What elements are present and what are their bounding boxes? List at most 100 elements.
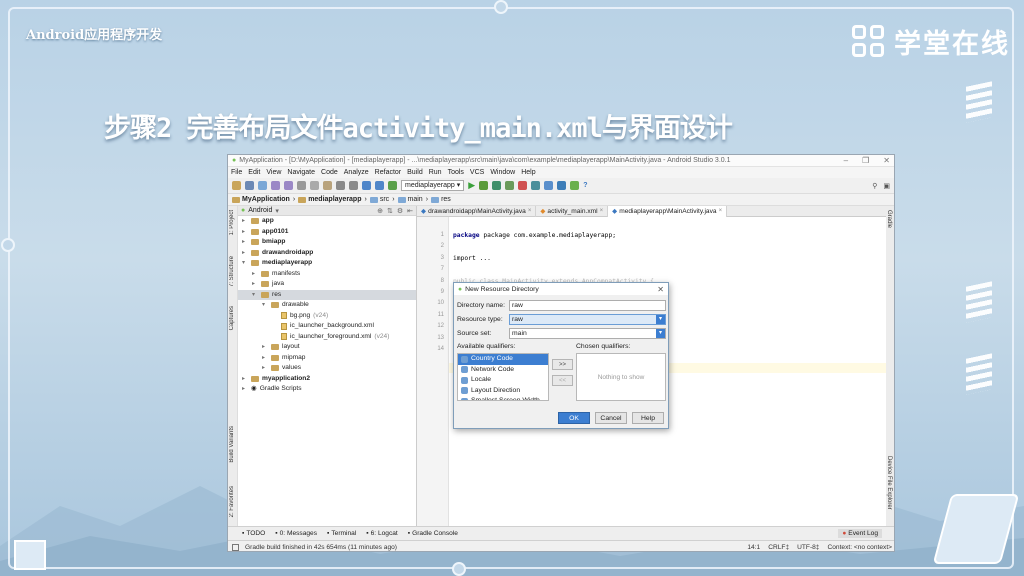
menu-item-code[interactable]: Code (321, 169, 338, 176)
expand-right-icon[interactable]: ▸ (262, 363, 268, 374)
android-monitor-icon[interactable] (570, 181, 580, 190)
tree-item[interactable]: ▸ drawandroidapp (238, 248, 416, 259)
gear-icon[interactable]: ⚙ (397, 207, 403, 215)
undo-icon[interactable] (271, 181, 280, 190)
tree-item[interactable]: ▾ mediaplayerapp (238, 258, 416, 269)
tool-window-0-messages[interactable]: ▪ 0: Messages (275, 530, 317, 537)
status-item[interactable]: 14:1 (747, 544, 760, 551)
qualifier-item[interactable]: Network Code (458, 365, 548, 376)
menu-item-build[interactable]: Build (407, 169, 423, 176)
menu-item-refactor[interactable]: Refactor (375, 169, 401, 176)
run-config-select[interactable]: mediaplayerapp ▾ (401, 180, 465, 191)
tool-tab-gradle[interactable]: Gradle (886, 210, 892, 228)
sync-scroll-icon[interactable]: ⊕ (377, 207, 383, 215)
tree-item[interactable]: ▸ myapplication2 (238, 374, 416, 385)
gradle-sync-icon[interactable] (531, 181, 541, 190)
directory-name-field[interactable]: raw (509, 300, 666, 311)
close-icon[interactable]: × (719, 206, 723, 217)
status-item[interactable]: CRLF‡ (768, 544, 789, 551)
expand-down-icon[interactable]: ▾ (262, 300, 268, 311)
qualifier-item[interactable]: Country Code (458, 354, 548, 365)
save-icon[interactable] (245, 181, 254, 190)
expand-right-icon[interactable]: ▸ (252, 269, 258, 280)
menu-item-file[interactable]: File (231, 169, 242, 176)
breadcrumb-item[interactable]: res (431, 196, 451, 203)
tree-item[interactable]: ▸ mipmap (238, 353, 416, 364)
tree-item[interactable]: ▾ res (238, 289, 416, 301)
breadcrumb-item[interactable]: MyApplication (232, 196, 290, 203)
expand-right-icon[interactable]: ▸ (262, 353, 268, 364)
tool-tab-2-favorites[interactable]: 2: Favorites (229, 486, 235, 517)
expand-right-icon[interactable]: ▸ (242, 216, 248, 227)
project-view-select[interactable]: Android (248, 207, 272, 214)
menu-item-view[interactable]: View (266, 169, 281, 176)
event-log-button[interactable]: ● Event Log (838, 529, 882, 538)
menu-item-vcs[interactable]: VCS (470, 169, 484, 176)
tree-item[interactable]: ▸ app (238, 216, 416, 227)
chevron-down-icon[interactable]: ▾ (656, 315, 665, 324)
help-icon[interactable]: ? (583, 182, 587, 189)
ok-button[interactable]: OK (558, 412, 590, 424)
qualifier-item[interactable]: Layout Direction (458, 386, 548, 397)
tree-item[interactable]: ▸ java (238, 279, 416, 290)
tool-window-gradle-console[interactable]: ▪ Gradle Console (408, 530, 458, 537)
qualifier-item[interactable]: Smallest Screen Width (458, 396, 548, 400)
copy-icon[interactable] (310, 181, 319, 190)
minimize-icon[interactable]: – (844, 156, 848, 165)
attach-icon[interactable] (505, 181, 515, 190)
tree-item[interactable]: bg.png (v24) (238, 311, 416, 322)
expand-down-icon[interactable]: ▾ (252, 290, 258, 301)
menu-item-edit[interactable]: Edit (248, 169, 260, 176)
expand-right-icon[interactable]: ▸ (242, 227, 248, 238)
chevron-down-icon[interactable]: ▾ (656, 329, 665, 338)
tree-item[interactable]: ▾ drawable (238, 300, 416, 311)
profile-icon[interactable] (492, 181, 502, 190)
menu-item-tools[interactable]: Tools (448, 169, 464, 176)
editor-tab[interactable]: ◆ mediaplayerapp\MainActivity.java × (608, 205, 728, 217)
close-icon[interactable]: ✕ (657, 285, 664, 294)
maximize-icon[interactable]: ❐ (862, 156, 869, 165)
help-button[interactable]: Help (632, 412, 664, 424)
status-item[interactable]: UTF-8‡ (797, 544, 819, 551)
breadcrumb-item[interactable]: mediaplayerapp (298, 196, 362, 203)
back-icon[interactable] (362, 181, 371, 190)
run-icon[interactable]: ▶ (468, 180, 475, 191)
tool-tab-device-file-explorer[interactable]: Device File Explorer (886, 456, 892, 510)
tool-window-terminal[interactable]: ▪ Terminal (327, 530, 356, 537)
expand-right-icon[interactable]: ▸ (262, 342, 268, 353)
expand-right-icon[interactable]: ▸ (252, 279, 258, 290)
tree-item[interactable]: ▸ layout (238, 342, 416, 353)
status-item[interactable]: Context: <no context> (827, 544, 892, 551)
forward-icon[interactable] (375, 181, 384, 190)
tree-item[interactable]: ic_launcher_foreground.xml (v24) (238, 332, 416, 343)
tool-tab-7-structure[interactable]: 7: Structure (229, 256, 235, 287)
expand-right-icon[interactable]: ▸ (242, 384, 248, 395)
breadcrumb-item[interactable]: src (369, 196, 389, 203)
redo-icon[interactable] (284, 181, 293, 190)
tool-tab-build-variants[interactable]: Build Variants (229, 426, 235, 463)
project-structure-icon[interactable]: ▣ (883, 182, 890, 190)
menu-item-analyze[interactable]: Analyze (344, 169, 369, 176)
build-hammer-icon[interactable] (388, 181, 397, 190)
menu-item-help[interactable]: Help (521, 169, 535, 176)
status-toggle-icon[interactable] (232, 543, 239, 551)
expand-right-icon[interactable]: ▸ (242, 237, 248, 248)
tree-item[interactable]: ic_launcher_background.xml (238, 321, 416, 332)
editor-tab[interactable]: ◆ activity_main.xml × (536, 205, 609, 217)
collapse-icon[interactable]: ⇅ (387, 207, 393, 215)
close-icon[interactable]: ✕ (883, 156, 890, 165)
tool-tab-1-project[interactable]: 1: Project (229, 210, 235, 235)
replace-icon[interactable] (349, 181, 358, 190)
sync-icon[interactable] (258, 181, 267, 190)
tree-item[interactable]: ▸ manifests (238, 269, 416, 280)
qualifier-item[interactable]: Locale (458, 375, 548, 386)
tool-window-todo[interactable]: ▪ TODO (242, 530, 265, 537)
sdk-manager-icon[interactable] (557, 181, 567, 190)
tree-item[interactable]: ▸ bmiapp (238, 237, 416, 248)
resource-type-select[interactable]: raw ▾ (509, 314, 666, 325)
stop-icon[interactable] (518, 181, 528, 190)
cancel-button[interactable]: Cancel (595, 412, 627, 424)
paste-icon[interactable] (323, 181, 332, 190)
close-icon[interactable]: × (528, 206, 532, 217)
tool-tab-captures[interactable]: Captures (229, 306, 235, 330)
